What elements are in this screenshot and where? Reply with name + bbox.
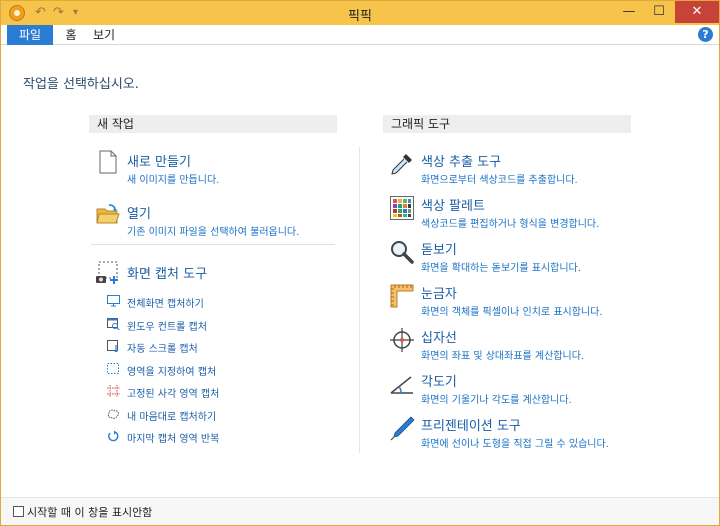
new-file-item[interactable]: 새로 만들기 새 이미지를 만듭니다. xyxy=(95,147,335,187)
capture-fixed-region-label: 고정된 사각 영역 캡처 xyxy=(127,389,220,400)
capture-freehand-label: 내 마음대로 캡처하기 xyxy=(127,412,217,423)
eyedropper-icon xyxy=(391,154,412,175)
capture-window-control-item[interactable]: 윈도우 컨트롤 캡처 xyxy=(107,317,307,333)
screen-capture-icon xyxy=(96,261,118,284)
region-icon xyxy=(107,363,119,374)
crosshair-icon xyxy=(390,328,414,352)
page-prompt: 작업을 선택하십시오. xyxy=(23,77,139,92)
palette-desc: 색상코드를 편집하거나 형식을 변경합니다. xyxy=(421,219,600,230)
pen-icon xyxy=(390,416,415,441)
window-title: 픽픽 xyxy=(348,9,372,24)
capture-region-label: 영역을 지정하여 캡처 xyxy=(127,367,217,378)
ruler-icon xyxy=(390,284,414,308)
open-file-item[interactable]: 열기 기존 이미지 파일을 선택하여 불러옵니다. xyxy=(95,199,335,239)
presentation-title: 프리젠테이션 도구 xyxy=(421,419,521,434)
palette-icon xyxy=(390,196,414,220)
magnifier-title: 돋보기 xyxy=(421,243,457,258)
monitor-icon xyxy=(107,295,120,307)
ruler-item[interactable]: 눈금자 화면의 객체를 픽셀이나 인치로 표시합니다. xyxy=(389,281,629,318)
crosshair-title: 십자선 xyxy=(421,331,457,346)
crosshair-item[interactable]: 십자선 화면의 좌표 및 상대좌표를 계산합니다. xyxy=(389,325,629,362)
capture-fixed-region-item[interactable]: 고정된 사각 영역 캡처 xyxy=(107,384,307,400)
capture-fullscreen-item[interactable]: 전체화면 캡처하기 xyxy=(107,294,307,310)
menu-file[interactable]: 파일 xyxy=(7,25,53,45)
footer-bar: 시작할 때 이 창을 표시안함 xyxy=(1,497,719,525)
close-button[interactable]: ✕ xyxy=(675,1,719,23)
menu-bar: 파일 홈 보기 ? xyxy=(1,25,719,45)
new-file-title: 새로 만들기 xyxy=(127,155,191,170)
fixed-region-icon xyxy=(107,385,120,397)
new-task-divider xyxy=(91,244,335,245)
menu-home[interactable]: 홈 xyxy=(59,25,83,45)
new-file-desc: 새 이미지를 만듭니다. xyxy=(127,175,220,186)
magnifier-icon xyxy=(391,241,414,264)
open-file-desc: 기존 이미지 파일을 선택하여 불러옵니다. xyxy=(127,227,300,238)
minimize-button[interactable]: — xyxy=(615,1,643,23)
dont-show-checkbox[interactable] xyxy=(13,506,24,517)
scroll-capture-icon xyxy=(107,340,119,352)
dont-show-label[interactable]: 시작할 때 이 창을 표시안함 xyxy=(27,504,152,520)
capture-fullscreen-label: 전체화면 캡처하기 xyxy=(127,299,204,310)
open-folder-icon xyxy=(96,204,120,224)
freehand-icon xyxy=(107,409,119,419)
presentation-desc: 화면에 선이나 도형을 직접 그릴 수 있습니다. xyxy=(421,439,609,450)
menu-view[interactable]: 보기 xyxy=(89,25,119,45)
screen-capture-title: 화면 캡처 도구 xyxy=(127,267,208,282)
help-icon[interactable]: ? xyxy=(698,27,713,42)
capture-scroll-label: 자동 스크롤 캡처 xyxy=(127,344,198,355)
palette-title: 색상 팔레트 xyxy=(421,199,485,214)
ruler-title: 눈금자 xyxy=(421,287,457,302)
capture-repeat-item[interactable]: 마지막 캡처 영역 반복 xyxy=(107,429,307,445)
capture-scroll-item[interactable]: 자동 스크롤 캡처 xyxy=(107,339,307,355)
window-control-icon xyxy=(107,318,120,330)
app-window: ↶ ↷ ▾ 픽픽 — ☐ ✕ 파일 홈 보기 ? 작업을 선택하십시오. 새 작… xyxy=(0,0,720,526)
maximize-button[interactable]: ☐ xyxy=(645,1,673,23)
protractor-desc: 화면의 기울기나 각도를 계산합니다. xyxy=(421,395,572,406)
palette-item[interactable]: 색상 팔레트 색상코드를 편집하거나 형식을 변경합니다. xyxy=(389,193,629,230)
section-header-new-task: 새 작업 xyxy=(89,115,337,133)
title-bar[interactable]: ↶ ↷ ▾ 픽픽 — ☐ ✕ xyxy=(1,1,719,25)
capture-region-item[interactable]: 영역을 지정하여 캡처 xyxy=(107,362,307,378)
magnifier-item[interactable]: 돋보기 화면을 확대하는 돋보기를 표시합니다. xyxy=(389,237,629,274)
magnifier-desc: 화면을 확대하는 돋보기를 표시합니다. xyxy=(421,263,581,274)
repeat-icon xyxy=(108,430,119,442)
capture-repeat-label: 마지막 캡처 영역 반복 xyxy=(127,434,220,445)
ruler-desc: 화면의 객체를 픽셀이나 인치로 표시합니다. xyxy=(421,307,603,318)
crosshair-desc: 화면의 좌표 및 상대좌표를 계산합니다. xyxy=(421,351,585,362)
open-file-title: 열기 xyxy=(127,207,151,222)
eyedropper-title: 색상 추출 도구 xyxy=(421,155,502,170)
column-divider xyxy=(359,147,360,453)
protractor-icon xyxy=(390,376,413,394)
eyedropper-desc: 화면으로부터 색상코드를 추출합니다. xyxy=(421,175,578,186)
capture-window-control-label: 윈도우 컨트롤 캡처 xyxy=(127,322,207,333)
new-file-icon xyxy=(99,150,117,174)
protractor-item[interactable]: 각도기 화면의 기울기나 각도를 계산합니다. xyxy=(389,369,629,406)
capture-freehand-item[interactable]: 내 마음대로 캡처하기 xyxy=(107,407,307,423)
eyedropper-item[interactable]: 색상 추출 도구 화면으로부터 색상코드를 추출합니다. xyxy=(389,149,629,186)
section-header-graphic-tools: 그래픽 도구 xyxy=(383,115,631,133)
protractor-title: 각도기 xyxy=(421,375,457,390)
screen-capture-item[interactable]: 화면 캡처 도구 xyxy=(95,257,335,287)
presentation-item[interactable]: 프리젠테이션 도구 화면에 선이나 도형을 직접 그릴 수 있습니다. xyxy=(389,413,629,450)
